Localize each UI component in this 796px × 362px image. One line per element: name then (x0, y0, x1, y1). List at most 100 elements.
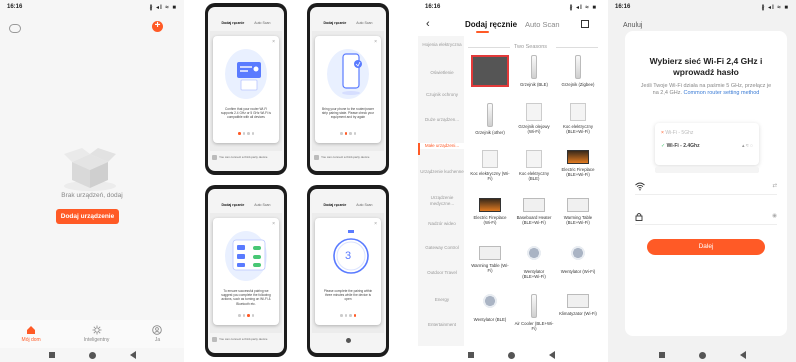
phone-screen: Dodaj ręcznie Auto Scan × 3 Please compl… (310, 189, 386, 353)
device-tile[interactable]: Electric Fireplace (Wi-Fi) (470, 198, 510, 225)
mini-tab-auto: Auto Scan (254, 203, 271, 207)
mini-footer: You can connect a third-party device (212, 335, 280, 343)
tab-me[interactable]: Ja (152, 325, 163, 343)
device-tile[interactable] (470, 55, 510, 90)
device-picker-screen: 16:16 ∦ ◂l ≈ ■ ‹ Dodaj ręcznie Auto Scan… (418, 0, 604, 362)
pager-dot (247, 132, 250, 135)
password-field[interactable]: ◉ (635, 211, 777, 225)
onboarding-phone-3: Dodaj ręcznie Auto Scan × To ensure succ… (205, 185, 287, 357)
section-title: Two Seasons (514, 44, 548, 50)
device-tile[interactable]: Warming Table (BLE+Wi-Fi) (558, 198, 598, 225)
device-tile[interactable]: Grzejnik (Zigbee) (558, 55, 598, 87)
status-bar: 16:16 ∦ ◂l ≈ ■ (608, 0, 796, 14)
tab-auto-scan[interactable]: Auto Scan (525, 20, 560, 29)
x-icon: × (661, 130, 664, 136)
category-item[interactable]: Oświetlenie (420, 70, 464, 76)
cancel-link[interactable]: Anuluj (623, 22, 642, 29)
category-item[interactable]: Entertainment (420, 322, 464, 328)
illustration-shadow (655, 167, 759, 173)
device-tile[interactable]: Grzejnik (BLE) (514, 55, 554, 87)
ssid-field[interactable]: ⇄ (635, 181, 777, 195)
category-item[interactable]: Urządzenie medyczne... (420, 195, 464, 206)
device-label: Koc elektryczny (BLE+Wi-Fi) (562, 124, 594, 134)
tab-smart[interactable]: Inteligentny (84, 325, 109, 343)
device-tile[interactable]: Warming Table (Wi-Fi) (470, 246, 510, 273)
device-tile[interactable]: Wentylator (Wi-Fi) (558, 246, 598, 274)
device-tile[interactable]: Grzejnik olejowy (Wi-Fi) (514, 103, 554, 134)
device-tile[interactable]: Koc elektryczny (BLE+Wi-Fi) (558, 103, 598, 134)
category-item[interactable]: Małe urządzeni... (420, 143, 464, 149)
add-icon[interactable]: + (152, 21, 163, 32)
status-time: 16:16 (615, 4, 631, 10)
pager-dot (251, 132, 254, 135)
category-item[interactable]: Duże urządzen... (420, 117, 464, 123)
device-image (571, 246, 585, 266)
person-icon (152, 325, 163, 335)
category-item[interactable]: Urządzenie kuchenne (420, 169, 464, 175)
scan-icon[interactable] (581, 20, 589, 28)
home-nav-icon[interactable] (698, 351, 706, 359)
device-image (523, 198, 545, 212)
device-tile[interactable]: Koc elektryczny (BLE) (514, 150, 554, 181)
category-item[interactable]: Nadzór wideo (420, 221, 464, 227)
tab-manual-add[interactable]: Dodaj ręcznie (465, 20, 517, 29)
device-tile[interactable]: Wentylator (BLE) (470, 294, 510, 322)
category-item[interactable]: Czujnik ochrony (420, 92, 464, 98)
device-tile[interactable]: Wentylator (BLE+Wi-Fi) (514, 246, 554, 279)
empty-state-text: Brak urządzeń, dodaj (61, 192, 123, 199)
active-category-indicator (418, 143, 420, 155)
device-icon (212, 154, 217, 160)
onboarding-phone-1: Dodaj ręcznie Auto Scan × Confirm that y… (205, 3, 287, 175)
back-arrow-icon[interactable]: ‹ (426, 18, 430, 30)
device-image (479, 198, 501, 212)
divider (556, 47, 598, 48)
close-icon[interactable]: × (272, 221, 275, 227)
home-menu-icon[interactable] (9, 24, 21, 33)
home-screen: 16:16 ∦ ◂l ≈ ■ + Brak urządzeń, dodaj Do… (0, 0, 184, 362)
device-tile[interactable]: Klimatyzator (Wi-Fi) (558, 294, 598, 316)
home-nav-icon[interactable] (507, 351, 515, 359)
home-nav-icon[interactable] (88, 351, 96, 359)
back-nav-icon[interactable] (129, 351, 136, 359)
mini-footer: You can connect a third-party device (212, 153, 280, 161)
device-image (567, 198, 589, 212)
mini-tab-auto: Auto Scan (356, 21, 373, 25)
switch-network-icon[interactable]: ⇄ (772, 183, 777, 189)
wifi-5g-label: Wi-Fi - 5Ghz (665, 130, 694, 136)
device-image (526, 150, 542, 168)
eye-icon[interactable]: ◉ (772, 213, 777, 219)
device-tile[interactable]: Koc elektryczny (Wi-Fi) (470, 150, 510, 181)
pager-dot (344, 314, 347, 317)
device-tile[interactable]: Air Cooler (BLE+Wi-Fi) (514, 294, 554, 331)
category-item[interactable]: Hojenia elektryczna (420, 42, 464, 48)
device-label: Baseboard Heater (BLE+Wi-Fi) (516, 215, 552, 225)
close-icon[interactable]: × (374, 221, 377, 227)
device-label: Electric Fireplace (Wi-Fi) (473, 215, 507, 225)
router-setting-link[interactable]: Common router setting method (684, 90, 760, 96)
back-nav-icon[interactable] (548, 351, 555, 359)
mini-tabs: Dodaj ręcznie Auto Scan (214, 203, 278, 209)
back-nav-icon[interactable] (739, 351, 746, 359)
phone-screen: Dodaj ręcznie Auto Scan × Confirm that y… (208, 7, 284, 171)
pager-dot (349, 132, 352, 135)
next-button[interactable]: Dalej (647, 239, 765, 255)
category-item[interactable]: Outdoor Travel (420, 270, 464, 276)
device-tile[interactable]: Electric Fireplace (BLE+Wi-Fi) (558, 150, 598, 177)
device-tile[interactable]: Baseboard Heater (BLE+Wi-Fi) (514, 198, 554, 225)
tab-my-home[interactable]: Mój dom (22, 325, 41, 343)
recent-apps-icon[interactable] (48, 352, 55, 358)
device-image (482, 150, 498, 168)
recent-apps-icon[interactable] (658, 352, 665, 358)
tip-caption: Please complete the pairing within three… (323, 289, 373, 302)
device-label: Wentylator (BLE+Wi-Fi) (522, 269, 546, 279)
band-note: Jeśli Twoje Wi-Fi działa na paśmie 5 GHz… (639, 83, 773, 97)
tip-modal: × To ensure successful pairing we sugges… (213, 218, 279, 325)
recent-apps-icon[interactable] (467, 352, 474, 358)
close-icon[interactable]: × (374, 39, 377, 45)
device-tile[interactable]: Grzejnik (other) (470, 103, 510, 135)
category-item[interactable]: Energy (420, 297, 464, 303)
close-icon[interactable]: × (272, 39, 275, 45)
check-icon: ✓ (661, 143, 666, 149)
category-item[interactable]: Gateway Control (420, 245, 464, 251)
add-device-button[interactable]: Dodaj urządzenie (56, 209, 119, 224)
